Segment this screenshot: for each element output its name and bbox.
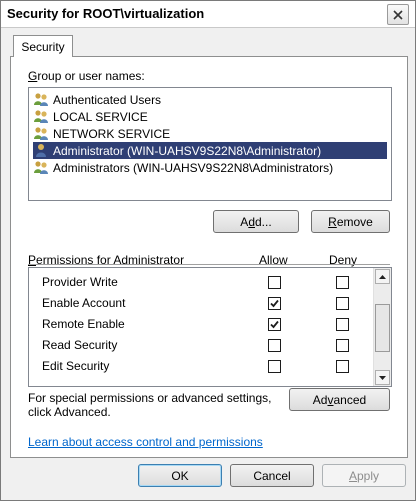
close-icon — [393, 9, 403, 20]
allow-checkbox[interactable] — [268, 318, 281, 331]
permission-row: Enable Account — [29, 293, 372, 314]
advanced-pre: Ad — [312, 392, 328, 407]
scrollbar-thumb[interactable] — [375, 304, 390, 352]
apply-post: pply — [357, 468, 380, 483]
list-item-label: LOCAL SERVICE — [53, 109, 148, 124]
list-item[interactable]: Administrators (WIN-UAHSV9S22N8\Administ… — [33, 159, 387, 176]
remove-hotkey: R — [328, 214, 337, 229]
permission-row: Provider Write — [29, 272, 372, 293]
apply-hotkey: A — [348, 468, 357, 483]
deny-checkbox[interactable] — [336, 339, 349, 352]
ok-label: OK — [171, 468, 189, 483]
remove-post: emove — [336, 214, 373, 229]
cancel-button[interactable]: Cancel — [230, 464, 314, 487]
special-permissions-text-line1: For special permissions or advanced sett… — [28, 391, 272, 405]
permission-name: Provider Write — [42, 275, 118, 289]
arrow-up-icon — [379, 274, 386, 279]
security-tab-panel: Group or user names: Authenticated Users… — [10, 56, 408, 458]
tab-security[interactable]: Security — [13, 35, 73, 57]
add-post: d... — [255, 214, 272, 229]
tab-security-label: Security — [21, 39, 65, 54]
advanced-button[interactable]: Ad v anced — [289, 388, 390, 411]
permission-row: Remote Enable — [29, 314, 372, 335]
permission-name: Edit Security — [42, 359, 110, 373]
allow-checkbox[interactable] — [268, 339, 281, 352]
permission-row: Read Security — [29, 335, 372, 356]
add-hotkey: d — [248, 214, 255, 229]
list-item[interactable]: LOCAL SERVICE — [33, 108, 387, 125]
list-item-label: Administrator (WIN-UAHSV9S22N8\Administr… — [53, 143, 322, 158]
users-group-icon — [34, 110, 48, 123]
permissions-list: Provider Write Enable Account Remote Ena… — [28, 267, 392, 387]
scroll-down-button[interactable] — [375, 370, 390, 385]
users-group-icon — [34, 93, 48, 106]
deny-checkbox[interactable] — [336, 276, 349, 289]
permissions-scrollbar[interactable] — [373, 268, 391, 386]
scroll-up-button[interactable] — [375, 269, 390, 284]
group-label-hotkey: G — [28, 69, 38, 83]
checkmark-icon — [270, 320, 279, 329]
add-button[interactable]: Ad d... — [213, 210, 299, 233]
users-group-icon — [34, 127, 48, 140]
permission-name: Enable Account — [42, 296, 126, 310]
close-button[interactable] — [387, 4, 409, 25]
remove-button[interactable]: Remove — [311, 210, 390, 233]
user-icon — [36, 144, 46, 157]
title-bar: Security for ROOT\virtualization — [1, 1, 415, 28]
learn-access-control-link[interactable]: Learn about access control and permissio… — [28, 435, 263, 449]
window-title: Security for ROOT\virtualization — [7, 6, 205, 21]
security-dialog: Security for ROOT\virtualization Securit… — [0, 0, 416, 501]
deny-checkbox[interactable] — [336, 360, 349, 373]
group-user-list[interactable]: Authenticated Users LOCAL SERVICE NETWOR… — [28, 87, 392, 201]
permission-name: Remote Enable — [42, 317, 125, 331]
users-group-icon — [34, 161, 48, 174]
list-item-label: Authenticated Users — [53, 92, 162, 107]
list-item-label: NETWORK SERVICE — [53, 126, 171, 141]
checkmark-icon — [270, 299, 279, 308]
ok-button[interactable]: OK — [138, 464, 222, 487]
permission-row: Edit Security — [29, 356, 372, 377]
add-pre: A — [240, 214, 249, 229]
list-item-selected[interactable]: Administrator (WIN-UAHSV9S22N8\Administr… — [33, 142, 387, 159]
deny-checkbox[interactable] — [336, 297, 349, 310]
special-permissions-text-line2: click Advanced. — [28, 405, 111, 419]
arrow-down-icon — [379, 375, 386, 380]
allow-checkbox[interactable] — [268, 276, 281, 289]
list-item-label: Administrators (WIN-UAHSV9S22N8\Administ… — [53, 160, 334, 175]
list-item[interactable]: Authenticated Users — [33, 91, 387, 108]
group-label-rest: roup or user names: — [37, 69, 145, 83]
permission-name: Read Security — [42, 338, 118, 352]
group-user-names-label: Group or user names: — [28, 69, 145, 83]
list-item[interactable]: NETWORK SERVICE — [33, 125, 387, 142]
apply-button[interactable]: Apply — [322, 464, 406, 487]
deny-checkbox[interactable] — [336, 318, 349, 331]
allow-checkbox[interactable] — [268, 360, 281, 373]
cancel-label: Cancel — [253, 468, 291, 483]
allow-checkbox[interactable] — [268, 297, 281, 310]
permissions-divider — [28, 264, 390, 265]
advanced-post: anced — [333, 392, 367, 407]
